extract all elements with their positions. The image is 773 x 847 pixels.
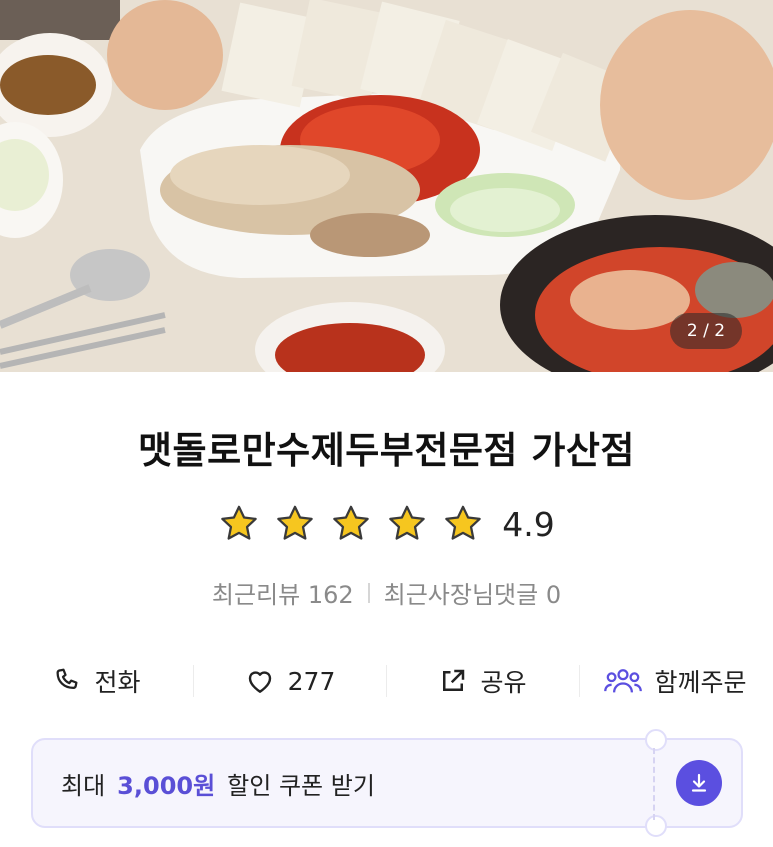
star-icon xyxy=(221,505,258,540)
share-button[interactable]: 공유 xyxy=(386,655,579,707)
heart-icon xyxy=(248,671,271,693)
ticket-notch-top xyxy=(645,729,667,751)
star-icon xyxy=(445,505,482,540)
group-order-label: 함께주문 xyxy=(654,668,747,697)
star-icon xyxy=(277,505,314,540)
rating-row: 4.9 xyxy=(0,503,773,545)
recent-reviews-link[interactable]: 최근리뷰 162 xyxy=(212,575,354,610)
share-icon xyxy=(443,669,465,691)
coupon-prefix: 최대 xyxy=(61,771,106,800)
ticket-notch-bottom xyxy=(645,815,667,837)
food-photo xyxy=(0,0,773,372)
rating-score: 4.9 xyxy=(502,504,555,544)
favorite-count: 277 xyxy=(287,666,336,696)
store-name: 맷돌로만수제두부전문점 가산점 xyxy=(138,429,635,472)
favorite-button[interactable]: 277 xyxy=(193,655,386,707)
image-counter: 2 / 2 xyxy=(670,313,742,349)
call-button[interactable]: 전화 xyxy=(0,655,193,707)
call-label: 전화 xyxy=(94,668,141,697)
phone-icon xyxy=(56,668,78,689)
coupon-amount: 3,000원 xyxy=(117,771,216,800)
coupon-banner[interactable]: 최대 3,000원 할인 쿠폰 받기 xyxy=(31,729,743,837)
review-summary: 최근리뷰 162 최근사장님댓글 0 xyxy=(0,575,773,610)
owner-replies-link[interactable]: 최근사장님댓글 0 xyxy=(384,575,561,610)
ticket-divider xyxy=(653,748,655,820)
download-icon xyxy=(691,773,707,792)
star-icon xyxy=(389,505,426,540)
group-order-button[interactable]: 함께주문 xyxy=(579,655,772,707)
coupon-text: 최대 3,000원 할인 쿠폰 받기 xyxy=(61,740,375,826)
share-label: 공유 xyxy=(480,668,527,697)
star-icon xyxy=(333,505,370,540)
hero-image[interactable]: 2 / 2 xyxy=(0,0,773,372)
group-icon xyxy=(604,669,643,693)
action-bar: 전화 277 공유 함께주문 xyxy=(0,655,773,707)
divider xyxy=(367,582,370,603)
coupon-suffix: 할인 쿠폰 받기 xyxy=(227,771,375,800)
coupon-download-button[interactable] xyxy=(676,760,722,806)
